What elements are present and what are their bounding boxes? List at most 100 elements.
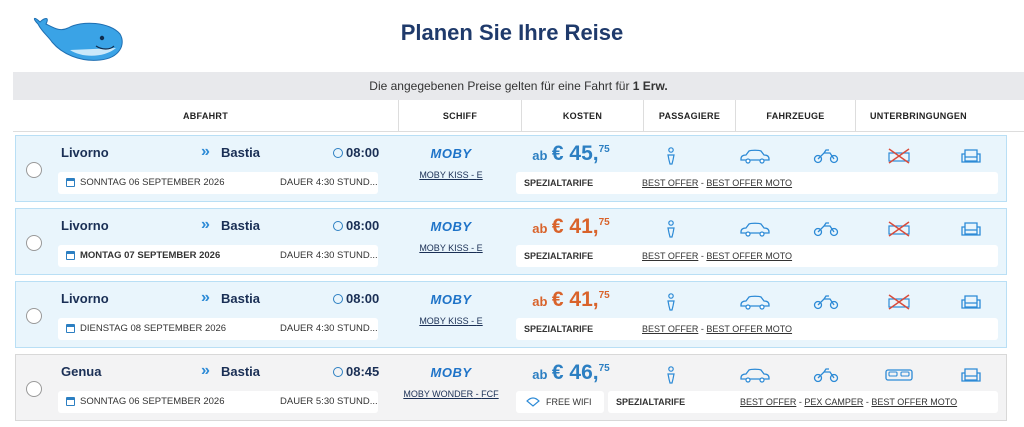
- price[interactable]: ab € 41,75: [521, 215, 621, 239]
- ship-name[interactable]: MOBY KISS: [419, 316, 468, 326]
- clock-icon: [333, 367, 343, 377]
- departure-date: DIENSTAG 08 SEPTEMBER 2026: [80, 323, 227, 334]
- trip-radio[interactable]: [26, 308, 42, 324]
- ship-name[interactable]: MOBY WONDER: [403, 389, 473, 399]
- header: Planen Sie Ihre Reise: [0, 0, 1024, 72]
- moby-logo: MOBY: [430, 146, 472, 161]
- armchair-icon[interactable]: [956, 146, 986, 166]
- trip-row[interactable]: Genua » Bastia 08:45 SONNTAG 06 SEPTEMBE…: [15, 354, 1007, 421]
- trip-row[interactable]: Livorno » Bastia 08:00 SONNTAG 06 SEPTEM…: [15, 135, 1007, 202]
- armchair-icon[interactable]: [956, 292, 986, 312]
- offer-link[interactable]: BEST OFFER MOTO: [871, 397, 957, 407]
- offer-link[interactable]: PEX CAMPER: [804, 397, 863, 407]
- offer-separator: -: [700, 178, 704, 188]
- price-main: € 45,: [551, 142, 599, 165]
- ship-class[interactable]: E: [477, 316, 483, 326]
- ship-class[interactable]: FCF: [481, 389, 499, 399]
- offer-link[interactable]: BEST OFFER: [642, 251, 698, 261]
- col-fahrzeuge: FAHRZEUGE: [735, 100, 855, 132]
- double-chevron-right-icon: »: [201, 143, 210, 160]
- car-icon[interactable]: [738, 146, 772, 166]
- trip-radio[interactable]: [26, 381, 42, 397]
- ship-link[interactable]: MOBY WONDER - FCF: [401, 389, 501, 399]
- moby-logo: MOBY: [430, 292, 472, 307]
- price-cents: 75: [598, 217, 610, 228]
- ship-class[interactable]: E: [477, 243, 483, 253]
- special-tariffs: SPEZIALTARIFE BEST OFFER - PEX CAMPER - …: [608, 391, 998, 413]
- passenger-icon[interactable]: [656, 292, 686, 312]
- calendar-icon: [66, 324, 75, 333]
- ship-cell: MOBY MOBY KISS - E: [401, 219, 501, 253]
- tariff-label: SPEZIALTARIFE: [524, 178, 594, 188]
- col-unterbringungen: UNTERBRINGUNGEN: [855, 100, 981, 132]
- route: Genua » Bastia 08:45: [61, 362, 381, 384]
- price-main: € 41,: [551, 288, 599, 311]
- col-abfahrt: ABFAHRT: [182, 111, 229, 121]
- ship-link[interactable]: MOBY KISS - E: [401, 243, 501, 253]
- price-cents: 75: [598, 363, 610, 374]
- ship-link[interactable]: MOBY KISS - E: [401, 170, 501, 180]
- departure-time: 08:00: [333, 218, 379, 233]
- ship-name[interactable]: MOBY KISS: [419, 243, 468, 253]
- calendar-icon: [66, 251, 75, 260]
- passenger-icon[interactable]: [656, 219, 686, 239]
- special-tariffs: SPEZIALTARIFE BEST OFFER - BEST OFFER MO…: [516, 318, 998, 340]
- ship-link[interactable]: MOBY KISS - E: [401, 316, 501, 326]
- ship-name[interactable]: MOBY KISS: [419, 170, 468, 180]
- offer-link[interactable]: BEST OFFER: [642, 324, 698, 334]
- price[interactable]: ab € 45,75: [521, 142, 621, 166]
- column-headers: ABFAHRT SCHIFF KOSTEN PASSAGIERE FAHRZEU…: [13, 100, 1024, 132]
- passenger-icon[interactable]: [656, 146, 686, 166]
- trip-radio[interactable]: [26, 162, 42, 178]
- cabin-unavailable-icon: [884, 219, 914, 239]
- price[interactable]: ab € 41,75: [521, 288, 621, 312]
- moby-logo: MOBY: [430, 365, 472, 380]
- calendar-icon: [66, 178, 75, 187]
- offer-link[interactable]: BEST OFFER: [642, 178, 698, 188]
- departure-port: Livorno: [61, 291, 109, 306]
- double-chevron-right-icon: »: [201, 289, 210, 306]
- motorcycle-icon[interactable]: [811, 219, 841, 239]
- departure-date: SONNTAG 06 SEPTEMBER 2026: [80, 396, 225, 407]
- special-tariffs: SPEZIALTARIFE BEST OFFER - BEST OFFER MO…: [516, 245, 998, 267]
- motorcycle-icon[interactable]: [811, 146, 841, 166]
- motorcycle-icon[interactable]: [811, 292, 841, 312]
- ship-class[interactable]: E: [477, 170, 483, 180]
- car-icon[interactable]: [738, 292, 772, 312]
- route: Livorno » Bastia 08:00: [61, 216, 381, 238]
- offer-separator: -: [865, 397, 869, 407]
- offer-links: BEST OFFER - PEX CAMPER - BEST OFFER MOT…: [740, 397, 957, 407]
- offer-link[interactable]: BEST OFFER MOTO: [706, 324, 792, 334]
- ship-cell: MOBY MOBY KISS - E: [401, 292, 501, 326]
- departure-time: 08:45: [333, 364, 379, 379]
- trip-row[interactable]: Livorno » Bastia 08:00 MONTAG 07 SEPTEMB…: [15, 208, 1007, 275]
- bed-icon[interactable]: [882, 365, 916, 385]
- time-value: 08:45: [346, 364, 380, 379]
- time-value: 08:00: [346, 291, 380, 306]
- departure-date: MONTAG 07 SEPTEMBER 2026: [80, 250, 221, 261]
- passenger-icon[interactable]: [656, 365, 686, 385]
- trip-row[interactable]: Livorno » Bastia 08:00 DIENSTAG 08 SEPTE…: [15, 281, 1007, 348]
- offer-link[interactable]: BEST OFFER MOTO: [706, 251, 792, 261]
- offer-link[interactable]: BEST OFFER MOTO: [706, 178, 792, 188]
- motorcycle-icon[interactable]: [811, 365, 841, 385]
- price[interactable]: ab € 46,75: [521, 361, 621, 385]
- trip-radio[interactable]: [26, 235, 42, 251]
- double-chevron-right-icon: »: [201, 362, 210, 379]
- armchair-icon[interactable]: [956, 365, 986, 385]
- col-kosten: KOSTEN: [521, 100, 643, 132]
- departure-port: Livorno: [61, 145, 109, 160]
- price-prefix: ab: [532, 367, 548, 382]
- price-cents: 75: [598, 290, 610, 301]
- clock-icon: [333, 221, 343, 231]
- car-icon[interactable]: [738, 365, 772, 385]
- offer-link[interactable]: BEST OFFER: [740, 397, 796, 407]
- route: Livorno » Bastia 08:00: [61, 143, 381, 165]
- car-icon[interactable]: [738, 219, 772, 239]
- date-box: DIENSTAG 08 SEPTEMBER 2026 DAUER 4:30 ST…: [58, 318, 378, 340]
- armchair-icon[interactable]: [956, 219, 986, 239]
- departure-date: SONNTAG 06 SEPTEMBER 2026: [80, 177, 225, 188]
- arrival-port: Bastia: [221, 145, 261, 160]
- duration: DAUER 4:30 STUND...: [280, 250, 378, 261]
- date-box: SONNTAG 06 SEPTEMBER 2026 DAUER 4:30 STU…: [58, 172, 378, 194]
